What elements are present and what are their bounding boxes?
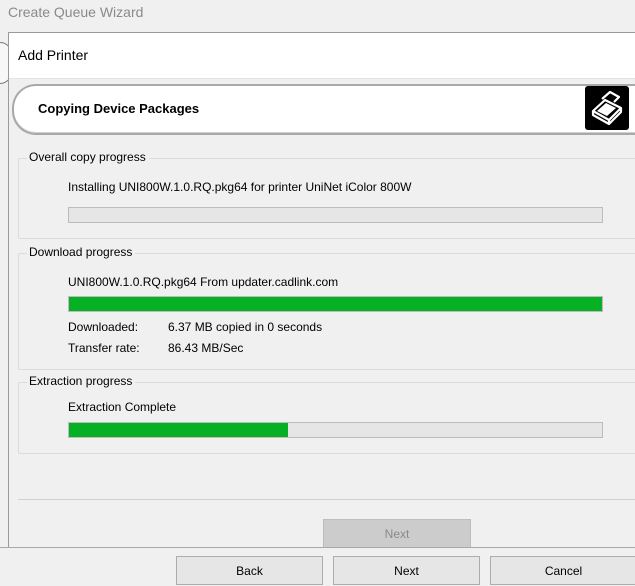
extraction-progress-label: Extraction progress — [27, 374, 136, 388]
download-progress-bar — [68, 296, 603, 312]
extraction-progress-bar — [68, 422, 603, 438]
wizard-window-title: Create Queue Wizard — [8, 4, 144, 20]
extraction-status-text: Extraction Complete — [68, 400, 177, 414]
transfer-rate-value: 86.43 MB/Sec — [168, 341, 244, 355]
printer-icon — [585, 86, 629, 130]
download-progress-label: Download progress — [27, 245, 136, 259]
footer-separator — [18, 499, 635, 500]
overall-progress-group: Overall copy progress Installing UNI800W… — [18, 150, 635, 239]
extraction-progress-group: Extraction progress Extraction Complete — [18, 374, 635, 454]
overall-progress-bar — [68, 207, 603, 223]
overall-status-text: Installing UNI800W.1.0.RQ.pkg64 for prin… — [68, 180, 412, 194]
step-heading: Copying Device Packages — [38, 101, 200, 116]
downloaded-value: 6.37 MB copied in 0 seconds — [168, 320, 323, 334]
downloaded-label: Downloaded: — [68, 320, 139, 334]
download-status-text: UNI800W.1.0.RQ.pkg64 From updater.cadlin… — [68, 275, 339, 289]
dialog-title: Add Printer — [18, 47, 89, 63]
dialog-titlebar: Add Printer — [9, 33, 635, 79]
overall-progress-label: Overall copy progress — [27, 150, 149, 164]
cancel-button[interactable]: Cancel — [490, 556, 635, 585]
download-progress-fill — [69, 297, 602, 311]
extraction-progress-fill — [69, 423, 288, 437]
add-printer-dialog: Add Printer Copying Device Packages Over… — [8, 32, 635, 549]
transfer-rate-label: Transfer rate: — [68, 341, 140, 355]
download-progress-group: Download progress UNI800W.1.0.RQ.pkg64 F… — [18, 245, 635, 370]
dialog-next-button[interactable]: Next — [323, 519, 471, 548]
back-button[interactable]: Back — [176, 556, 323, 585]
header-banner: Copying Device Packages — [12, 84, 635, 135]
next-button[interactable]: Next — [333, 556, 480, 585]
